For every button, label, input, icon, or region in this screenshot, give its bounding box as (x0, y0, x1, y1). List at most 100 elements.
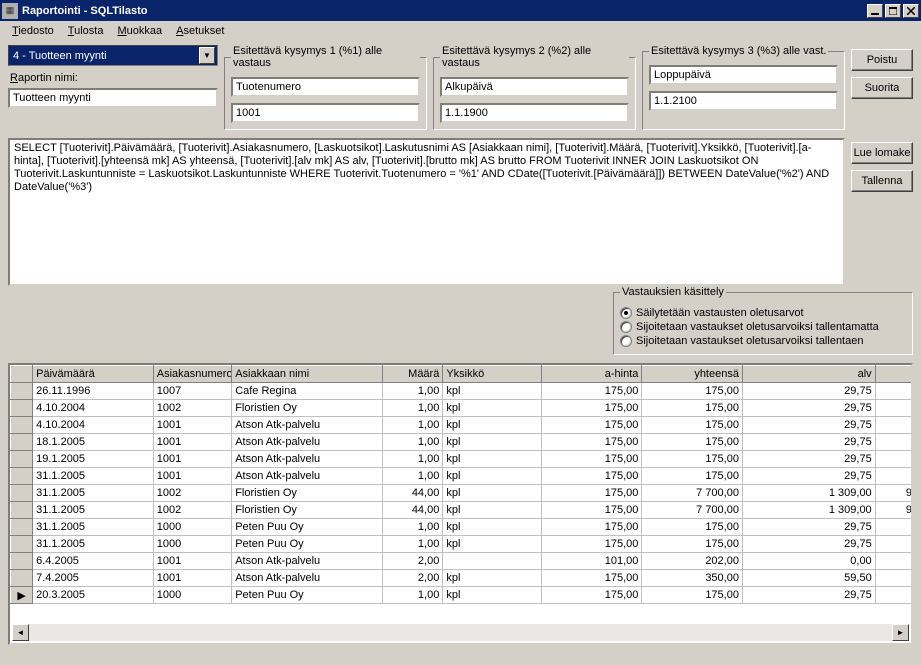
cell-cust[interactable]: 1002 (153, 400, 231, 417)
cell-extra[interactable] (875, 519, 911, 536)
cell-total[interactable]: 175,00 (642, 468, 743, 485)
cell-vat[interactable]: 29,75 (742, 434, 875, 451)
cell-price[interactable]: 101,00 (541, 553, 642, 570)
cell-price[interactable]: 175,00 (541, 485, 642, 502)
cell-name[interactable]: Peten Puu Oy (232, 587, 383, 604)
cell-price[interactable]: 175,00 (541, 468, 642, 485)
cell-qty[interactable]: 2,00 (383, 570, 443, 587)
cell-date[interactable]: 4.10.2004 (33, 417, 154, 434)
cell-vat[interactable]: 29,75 (742, 468, 875, 485)
cell-extra[interactable] (875, 468, 911, 485)
cell-extra[interactable] (875, 451, 911, 468)
cell-vat[interactable]: 59,50 (742, 570, 875, 587)
cell-name[interactable]: Floristien Oy (232, 502, 383, 519)
cell-vat[interactable]: 29,75 (742, 451, 875, 468)
cell-name[interactable]: Atson Atk-palvelu (232, 468, 383, 485)
question3-value[interactable]: 1.1.2100 (649, 91, 838, 111)
cell-date[interactable]: 26.11.1996 (33, 383, 154, 400)
cell-qty[interactable]: 1,00 (383, 451, 443, 468)
cell-vat[interactable]: 1 309,00 (742, 485, 875, 502)
question3-prompt[interactable]: Loppupäivä (649, 65, 838, 85)
cell-name[interactable]: Floristien Oy (232, 400, 383, 417)
cell-total[interactable]: 175,00 (642, 417, 743, 434)
cell-qty[interactable]: 1,00 (383, 400, 443, 417)
row-header[interactable] (11, 400, 33, 417)
cell-qty[interactable]: 2,00 (383, 553, 443, 570)
row-header[interactable] (11, 417, 33, 434)
cell-extra[interactable] (875, 400, 911, 417)
cell-vat[interactable]: 29,75 (742, 400, 875, 417)
row-header[interactable] (11, 485, 33, 502)
exit-button[interactable]: Poistu (851, 49, 913, 71)
cell-vat[interactable]: 29,75 (742, 519, 875, 536)
column-header-vat[interactable]: alv (742, 366, 875, 383)
cell-total[interactable]: 175,00 (642, 519, 743, 536)
row-header[interactable] (11, 468, 33, 485)
cell-extra[interactable] (875, 434, 911, 451)
cell-name[interactable]: Atson Atk-palvelu (232, 417, 383, 434)
column-header-cust[interactable]: Asiakasnumero (153, 366, 231, 383)
cell-cust[interactable]: 1001 (153, 570, 231, 587)
cell-extra[interactable] (875, 587, 911, 604)
column-header-unit[interactable]: Yksikkö (443, 366, 542, 383)
cell-extra[interactable] (875, 536, 911, 553)
table-row[interactable]: 31.1.20051001Atson Atk-palvelu1,00kpl175… (11, 468, 912, 485)
table-row[interactable]: 6.4.20051001Atson Atk-palvelu2,00101,002… (11, 553, 912, 570)
cell-total[interactable]: 175,00 (642, 434, 743, 451)
cell-vat[interactable]: 0,00 (742, 553, 875, 570)
row-header[interactable] (11, 434, 33, 451)
cell-name[interactable]: Peten Puu Oy (232, 519, 383, 536)
table-row[interactable]: 26.11.19961007Cafe Regina1,00kpl175,0017… (11, 383, 912, 400)
cell-unit[interactable]: kpl (443, 502, 542, 519)
cell-cust[interactable]: 1002 (153, 502, 231, 519)
table-row[interactable]: 4.10.20041002Floristien Oy1,00kpl175,001… (11, 400, 912, 417)
cell-qty[interactable]: 44,00 (383, 485, 443, 502)
maximize-button[interactable] (885, 4, 901, 18)
cell-name[interactable]: Cafe Regina (232, 383, 383, 400)
row-header[interactable] (11, 383, 33, 400)
column-header-date[interactable]: Päivämäärä (33, 366, 154, 383)
cell-date[interactable]: 31.1.2005 (33, 536, 154, 553)
scroll-track[interactable] (29, 624, 892, 641)
cell-date[interactable]: 7.4.2005 (33, 570, 154, 587)
cell-vat[interactable]: 29,75 (742, 587, 875, 604)
cell-extra[interactable]: 9 (875, 502, 911, 519)
cell-name[interactable]: Atson Atk-palvelu (232, 553, 383, 570)
table-row[interactable]: 18.1.20051001Atson Atk-palvelu1,00kpl175… (11, 434, 912, 451)
cell-unit[interactable]: kpl (443, 536, 542, 553)
menu-edit[interactable]: Muokkaa (111, 23, 168, 39)
row-header[interactable] (11, 519, 33, 536)
cell-unit[interactable]: kpl (443, 434, 542, 451)
cell-date[interactable]: 4.10.2004 (33, 400, 154, 417)
cell-date[interactable]: 31.1.2005 (33, 485, 154, 502)
cell-name[interactable]: Atson Atk-palvelu (232, 570, 383, 587)
cell-cust[interactable]: 1001 (153, 417, 231, 434)
cell-extra[interactable] (875, 570, 911, 587)
scroll-right-icon[interactable]: ► (892, 624, 909, 641)
cell-cust[interactable]: 1001 (153, 468, 231, 485)
report-selector[interactable]: 4 - Tuotteen myynti ▼ (8, 45, 218, 66)
cell-unit[interactable]: kpl (443, 587, 542, 604)
table-row[interactable]: 7.4.20051001Atson Atk-palvelu2,00kpl175,… (11, 570, 912, 587)
cell-price[interactable]: 175,00 (541, 570, 642, 587)
cell-date[interactable]: 18.1.2005 (33, 434, 154, 451)
cell-date[interactable]: 31.1.2005 (33, 502, 154, 519)
cell-total[interactable]: 175,00 (642, 451, 743, 468)
question2-prompt[interactable]: Alkupäivä (440, 77, 629, 97)
cell-name[interactable]: Atson Atk-palvelu (232, 434, 383, 451)
cell-price[interactable]: 175,00 (541, 434, 642, 451)
cell-vat[interactable]: 29,75 (742, 417, 875, 434)
answers-option-keep[interactable]: Säilytetään vastausten oletusarvot (620, 306, 906, 320)
column-header-qty[interactable]: Määrä (383, 366, 443, 383)
cell-total[interactable]: 175,00 (642, 536, 743, 553)
cell-extra[interactable] (875, 553, 911, 570)
cell-cust[interactable]: 1001 (153, 553, 231, 570)
cell-qty[interactable]: 1,00 (383, 417, 443, 434)
row-header[interactable] (11, 451, 33, 468)
column-header-name[interactable]: Asiakkaan nimi (232, 366, 383, 383)
cell-name[interactable]: Atson Atk-palvelu (232, 451, 383, 468)
question1-value[interactable]: 1001 (231, 103, 420, 123)
answers-option-save[interactable]: Sijoitetaan vastaukset oletusarvoiksi ta… (620, 334, 906, 348)
cell-unit[interactable]: kpl (443, 400, 542, 417)
cell-cust[interactable]: 1000 (153, 587, 231, 604)
